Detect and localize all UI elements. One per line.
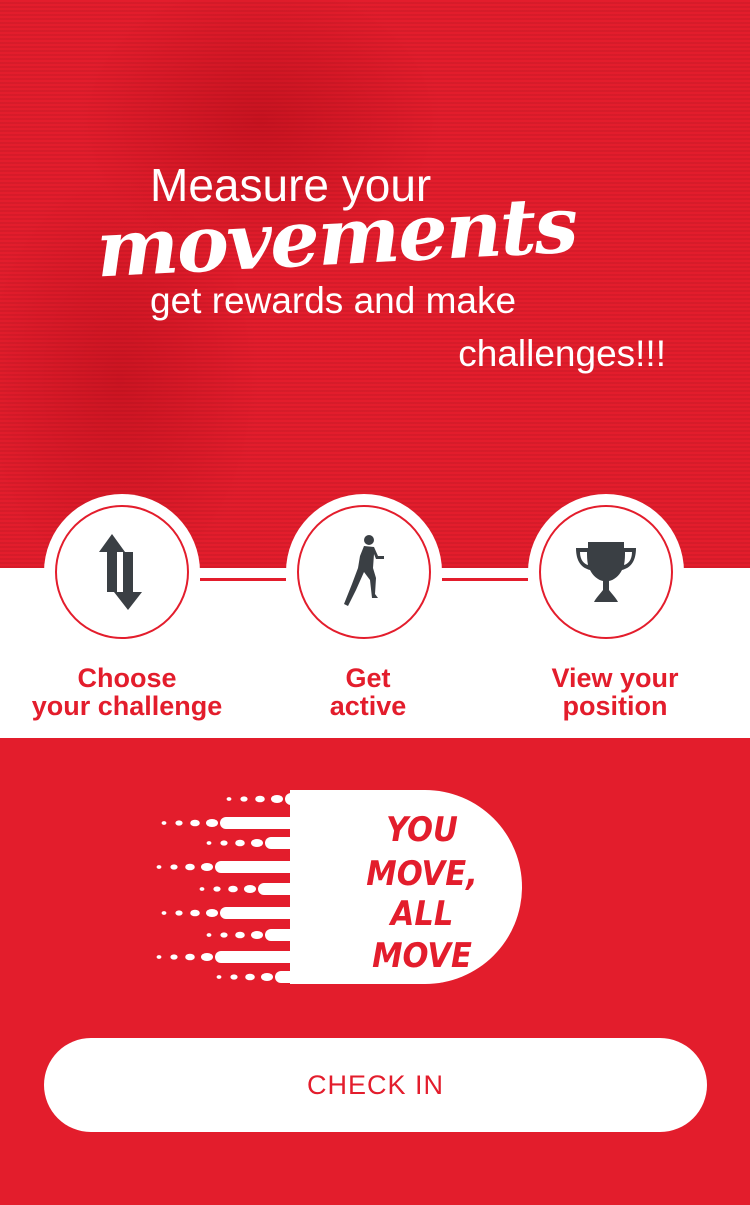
speed-dot <box>199 887 205 891</box>
speed-dot <box>220 932 228 938</box>
speed-dot <box>251 931 263 939</box>
runner-icon <box>344 535 384 606</box>
speed-dot <box>175 910 183 916</box>
speed-dot <box>190 909 200 917</box>
step-label-choose: Choose your challenge <box>31 663 223 721</box>
speed-dot <box>190 819 200 827</box>
speed-dot <box>235 839 245 847</box>
speed-dot <box>161 911 167 915</box>
speed-dot <box>255 795 265 803</box>
speed-dot <box>216 975 222 979</box>
speed-streak <box>258 883 370 895</box>
speed-streak <box>220 817 370 829</box>
speed-dot <box>261 973 273 981</box>
speed-dot <box>156 865 162 869</box>
speed-dot <box>170 954 178 960</box>
speed-dot <box>185 953 195 961</box>
speed-dot <box>235 931 245 939</box>
speed-dot <box>206 819 218 827</box>
speed-dot <box>220 840 228 846</box>
speed-dot <box>156 955 162 959</box>
speed-dot <box>185 863 195 871</box>
headline-line3: get rewards and make <box>150 280 517 321</box>
hero-banner: Measure your movements get rewards and m… <box>0 0 750 568</box>
speed-dot <box>175 820 183 826</box>
you-move-all-move-logo: YOU MOVE, ALL MOVE <box>140 785 530 995</box>
speed-dot <box>201 953 213 961</box>
speed-dot <box>170 864 178 870</box>
speed-dot <box>206 909 218 917</box>
speed-dot <box>201 863 213 871</box>
speed-streak <box>215 861 345 873</box>
speed-dot <box>206 841 212 845</box>
speed-streak <box>265 929 385 941</box>
trophy-icon <box>576 542 636 602</box>
speed-streak <box>220 907 355 919</box>
svg-text:MOVE,: MOVE, <box>366 854 477 894</box>
speed-dot <box>206 933 212 937</box>
step-view-position[interactable] <box>528 494 684 650</box>
connector <box>442 578 528 581</box>
speed-streak <box>275 971 360 983</box>
svg-text:YOU: YOU <box>386 810 458 850</box>
step-choose-challenge[interactable] <box>44 494 200 650</box>
speed-dot <box>226 797 232 801</box>
speed-dot <box>271 795 283 803</box>
speed-dot <box>230 974 238 980</box>
speed-dot <box>213 886 221 892</box>
svg-text:MOVE: MOVE <box>372 936 472 976</box>
speed-streak <box>265 837 370 849</box>
connector <box>200 578 286 581</box>
speed-dot <box>240 796 248 802</box>
step-label-active: Get active <box>329 663 407 721</box>
speed-streak <box>285 793 405 805</box>
swap-arrows-icon <box>99 534 142 610</box>
svg-text:ALL: ALL <box>389 894 454 934</box>
speed-dot <box>228 885 238 893</box>
step-label-position: View your position <box>551 663 679 721</box>
check-in-button[interactable]: CHECK IN <box>44 1038 707 1132</box>
headline-line4: challenges!!! <box>458 333 666 374</box>
speed-dot <box>244 885 256 893</box>
speed-dot <box>161 821 167 825</box>
speed-dot <box>251 839 263 847</box>
step-get-active[interactable] <box>286 494 442 650</box>
speed-dot <box>245 973 255 981</box>
